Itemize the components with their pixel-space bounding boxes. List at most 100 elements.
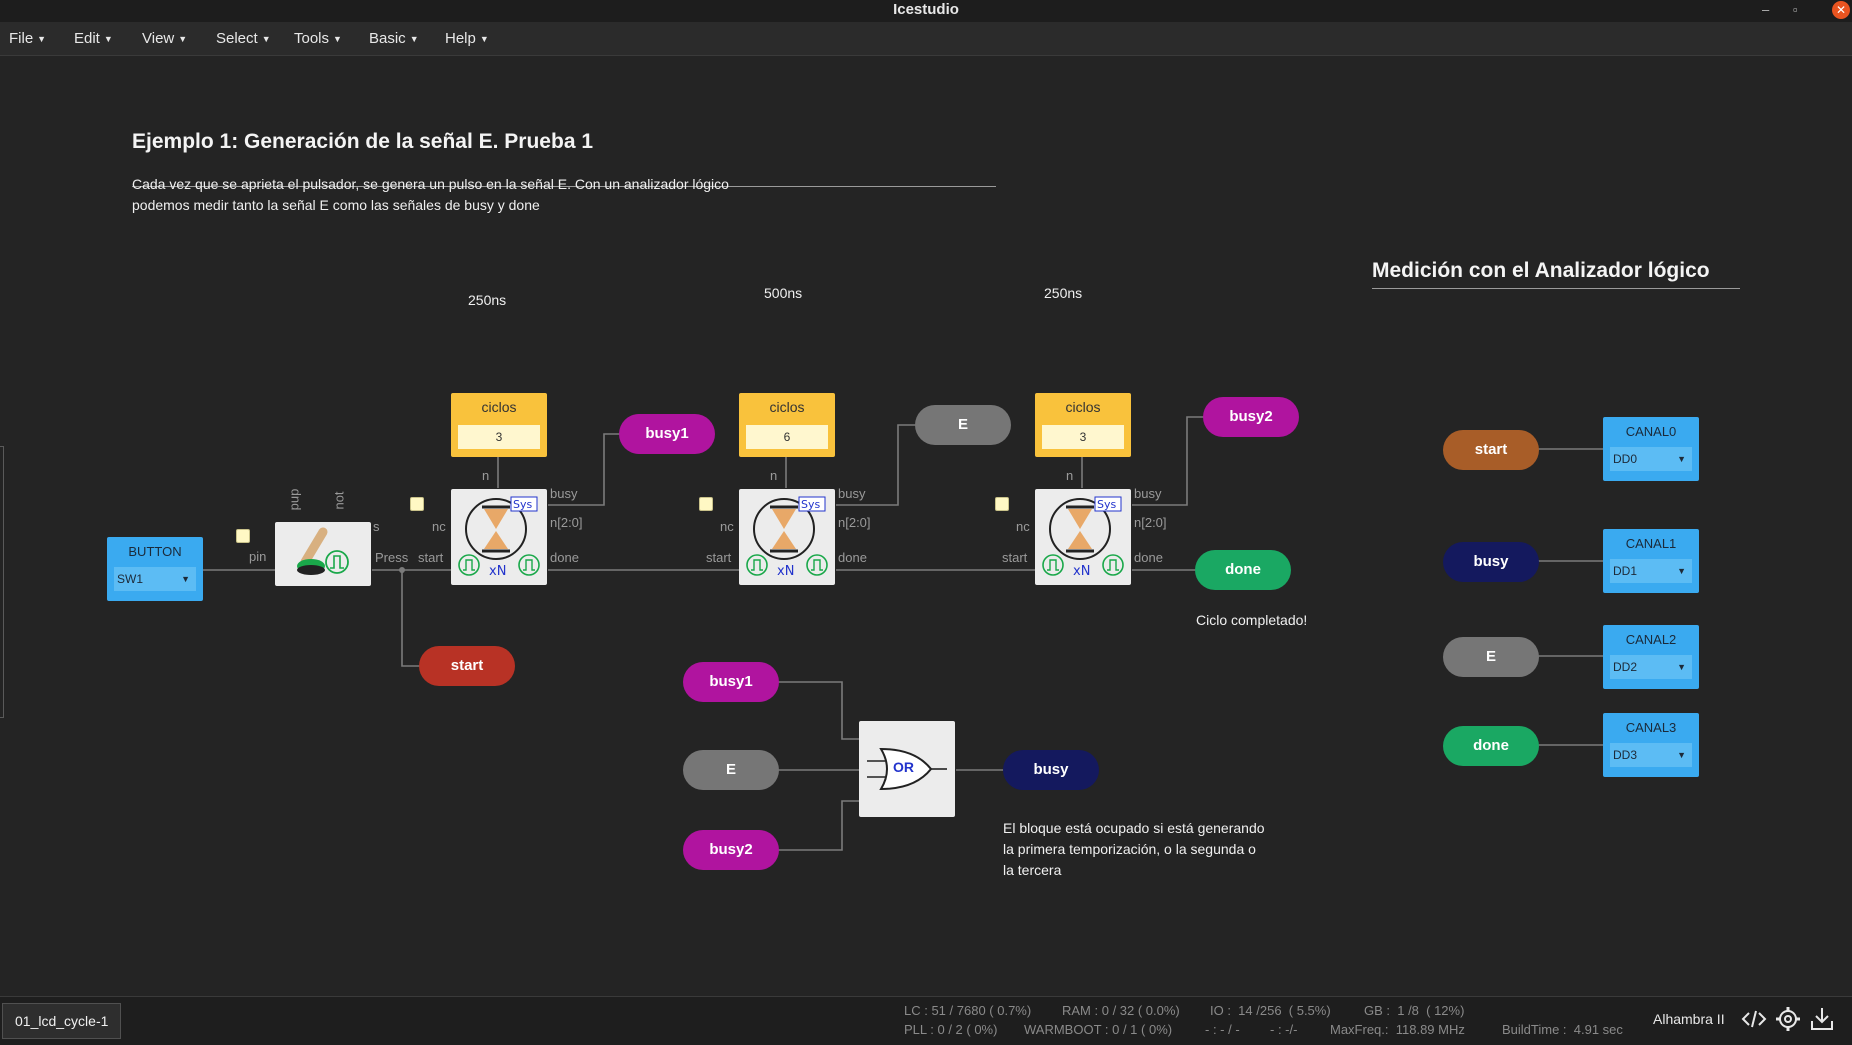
constant-value[interactable]: 3 <box>458 425 540 449</box>
pin-select[interactable]: DD1 ▼ <box>1610 559 1692 583</box>
minimize-icon[interactable]: – <box>1762 1 1769 19</box>
analyzer-label-start[interactable]: start <box>1443 430 1539 470</box>
duration-label-3: 250ns <box>1044 285 1083 301</box>
port-label-start: start <box>418 550 444 565</box>
label-done[interactable]: done <box>1195 550 1291 590</box>
label-busy2[interactable]: busy2 <box>1203 397 1299 437</box>
param-port[interactable] <box>699 497 713 511</box>
pin-select-value: DD0 <box>1613 452 1638 466</box>
port-label-pup: pup <box>286 488 302 511</box>
constant-label: ciclos <box>769 399 805 415</box>
stat-buildtime: BuildTime : 4.91 sec <box>1502 1022 1623 1037</box>
analyzer-label-busy[interactable]: busy <box>1443 542 1539 582</box>
label-busy1-in[interactable]: busy1 <box>683 662 779 702</box>
output-block-canal2[interactable]: CANAL2 DD2 ▼ <box>1603 625 1699 689</box>
menu-help[interactable]: Help ▼ <box>445 22 489 55</box>
label-e-in[interactable]: E <box>683 750 779 790</box>
switch-icon <box>297 527 349 575</box>
hourglass-icon: Sys xN <box>746 496 828 579</box>
port-label-n: n <box>770 468 778 483</box>
analyzer-label-done[interactable]: done <box>1443 726 1539 766</box>
chevron-down-icon: ▼ <box>1677 454 1686 464</box>
output-block-canal3[interactable]: CANAL3 DD3 ▼ <box>1603 713 1699 777</box>
label-busy-out[interactable]: busy <box>1003 750 1099 790</box>
menu-file-label: File <box>9 30 34 47</box>
chevron-down-icon: ▼ <box>1677 566 1686 576</box>
menu-edit[interactable]: Edit ▼ <box>74 22 113 55</box>
port-label-not: not <box>331 491 347 510</box>
chevron-down-icon: ▼ <box>181 574 190 584</box>
output-block-label: CANAL0 <box>1625 424 1677 439</box>
svg-text:Sys: Sys <box>801 498 820 511</box>
constant-block-ciclos-2[interactable]: ciclos 6 <box>739 393 835 457</box>
busy-note-line-3: la tercera <box>1003 862 1062 878</box>
constant-label: ciclos <box>481 399 517 415</box>
label-busy2-in[interactable]: busy2 <box>683 830 779 870</box>
menu-view-label: View <box>142 30 175 47</box>
menu-basic[interactable]: Basic ▼ <box>369 22 419 55</box>
input-block-label: BUTTON <box>128 544 182 559</box>
menu-file[interactable]: File ▼ <box>9 22 46 55</box>
port-label-busy: busy <box>1134 486 1162 501</box>
download-icon[interactable] <box>1808 1005 1836 1033</box>
label-busy1[interactable]: busy1 <box>619 414 715 454</box>
description-line-1: Cada vez que se aprieta el pulsador, se … <box>132 176 729 192</box>
stat-warmboot: WARMBOOT : 0 / 1 ( 0%) <box>1024 1022 1173 1037</box>
pin-select[interactable]: DD2 ▼ <box>1610 655 1692 679</box>
design-canvas[interactable]: Ejemplo 1: Generación de la señal E. Pru… <box>0 56 1852 996</box>
port-label-nc: nc <box>432 519 446 534</box>
param-port[interactable] <box>236 529 250 543</box>
port-label-n20: n[2:0] <box>550 515 583 530</box>
svg-text:Sys: Sys <box>1097 498 1116 511</box>
button-module[interactable] <box>275 522 371 586</box>
pin-select[interactable]: DD0 ▼ <box>1610 447 1692 471</box>
board-name[interactable]: Alhambra II <box>1653 1011 1725 1027</box>
output-block-canal1[interactable]: CANAL1 DD1 ▼ <box>1603 529 1699 593</box>
chevron-down-icon: ▼ <box>1677 750 1686 760</box>
menu-view[interactable]: View ▼ <box>142 22 187 55</box>
output-block-label: CANAL1 <box>1625 536 1677 551</box>
port-label-n: n <box>1066 468 1074 483</box>
analyzer-label-e[interactable]: E <box>1443 637 1539 677</box>
menu-tools-label: Tools <box>294 30 330 47</box>
or-gate-module[interactable]: OR <box>859 721 955 817</box>
timer-module-1[interactable]: Sys xN <box>451 489 547 585</box>
constant-value[interactable]: 3 <box>1042 425 1124 449</box>
stat-io: IO : 14 /256 ( 5.5%) <box>1210 1003 1331 1018</box>
output-block-canal0[interactable]: CANAL0 DD0 ▼ <box>1603 417 1699 481</box>
wire <box>401 570 420 667</box>
label-start[interactable]: start <box>419 646 515 686</box>
hourglass-icon: Sys xN <box>458 496 540 579</box>
wire <box>778 681 860 740</box>
svg-text:Sys: Sys <box>513 498 532 511</box>
constant-block-ciclos-1[interactable]: ciclos 3 <box>451 393 547 457</box>
port-label-start: start <box>1002 550 1028 565</box>
menu-edit-label: Edit <box>74 30 100 47</box>
chevron-down-icon: ▼ <box>261 33 271 44</box>
constant-label: ciclos <box>1065 399 1101 415</box>
pin-select[interactable]: SW1 ▼ <box>114 567 196 591</box>
menu-bar: File ▼ Edit ▼ View ▼ Select ▼ Tools ▼ Basic ▼ … <box>0 22 1852 56</box>
input-block-button[interactable]: BUTTON SW1 ▼ <box>107 537 203 601</box>
constant-block-ciclos-3[interactable]: ciclos 3 <box>1035 393 1131 457</box>
param-port[interactable] <box>410 497 424 511</box>
file-tab[interactable]: 01_lcd_cycle-1 <box>2 1003 122 1039</box>
gear-icon[interactable] <box>1774 1005 1802 1033</box>
maximize-icon[interactable]: ▫ <box>1793 1 1798 19</box>
chevron-down-icon: ▼ <box>103 33 113 44</box>
menu-tools[interactable]: Tools ▼ <box>294 22 342 55</box>
stat-gb: GB : 1 /8 ( 12%) <box>1364 1003 1465 1018</box>
port-label-n20: n[2:0] <box>1134 515 1167 530</box>
menu-select[interactable]: Select ▼ <box>216 22 271 55</box>
param-port[interactable] <box>995 497 1009 511</box>
pin-select[interactable]: DD3 ▼ <box>1610 743 1692 767</box>
timer-module-2[interactable]: Sys xN <box>739 489 835 585</box>
label-e[interactable]: E <box>915 405 1011 445</box>
port-label-nc: nc <box>720 519 734 534</box>
close-icon[interactable]: ✕ <box>1832 1 1850 19</box>
chevron-down-icon: ▼ <box>409 33 419 44</box>
stat-io2: - : - / - <box>1205 1022 1240 1037</box>
code-icon[interactable] <box>1740 1005 1768 1033</box>
timer-module-3[interactable]: Sys xN <box>1035 489 1131 585</box>
constant-value[interactable]: 6 <box>746 425 828 449</box>
